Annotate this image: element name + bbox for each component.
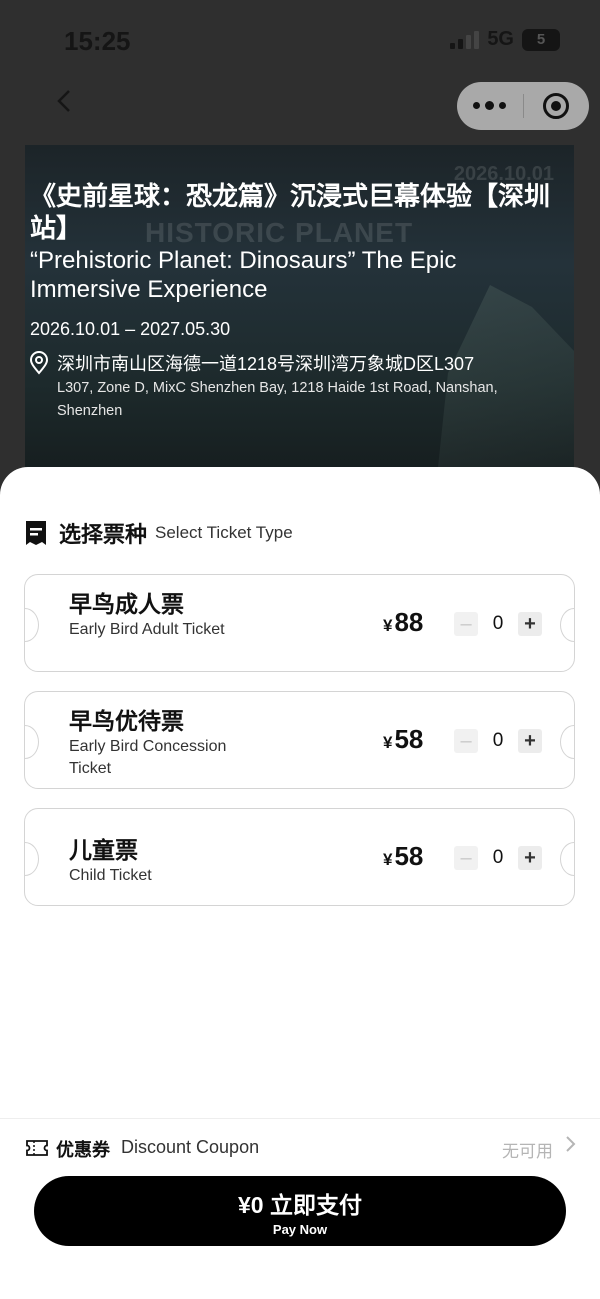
currency-symbol: ¥ [383, 616, 393, 635]
section-header: 选择票种 Select Ticket Type [25, 517, 293, 549]
status-time: 15:25 [64, 26, 131, 56]
section-title-en: Select Ticket Type [155, 523, 293, 542]
event-location-cn: 深圳市南山区海德一道1218号深圳湾万象城D区L307 [57, 354, 475, 374]
ticket-quantity: 0 [492, 847, 504, 868]
pay-now-button[interactable]: ¥0 立即支付 Pay Now [34, 1176, 566, 1246]
minus-icon[interactable]: – [454, 612, 478, 636]
ticket-quantity: 0 [492, 613, 504, 634]
ticket-price-value: 58 [394, 841, 424, 871]
battery-icon: 5 [522, 28, 560, 51]
coupon-row[interactable]: 优惠券 Discount Coupon 无可用 [0, 1118, 600, 1176]
event-date-range: 2026.10.01 – 2027.05.30 [30, 319, 231, 339]
coupon-label-en: Discount Coupon [121, 1137, 260, 1157]
ticket-name-en: Early Bird Adult Ticket [69, 621, 225, 638]
ticket-price: ¥58 [383, 724, 423, 755]
ticket-quantity: 0 [492, 730, 504, 751]
minus-icon[interactable]: – [454, 729, 478, 753]
more-icon[interactable] [457, 101, 523, 110]
status-bar: 15:25 5G 5 [0, 0, 600, 80]
signal-icon [450, 30, 480, 49]
event-title: 《史前星球：恐龙篇》沉浸式巨幕体验【深圳站】 [30, 181, 551, 243]
event-location-en: L307, Zone D, MixC Shenzhen Bay, 1218 Ha… [57, 380, 498, 419]
ticket-price: ¥58 [383, 841, 423, 872]
ticket-card-child: 儿童票 Child Ticket ¥58 – 0 + [24, 808, 575, 906]
plus-icon[interactable]: + [518, 612, 542, 636]
plus-icon[interactable]: + [518, 729, 542, 753]
ticket-name-cn: 早鸟成人票 [69, 591, 184, 617]
currency-symbol: ¥ [383, 733, 393, 752]
ticket-sheet: 选择票种 Select Ticket Type 早鸟成人票 Early Bird… [0, 467, 600, 1299]
plus-icon[interactable]: + [518, 846, 542, 870]
pay-button-sublabel: Pay Now [272, 1222, 328, 1237]
ticket-price-value: 88 [394, 607, 424, 637]
mini-program-capsule [457, 82, 589, 130]
event-subtitle: “Prehistoric Planet: Dinosaurs” The Epic… [30, 247, 457, 303]
ticket-name-en: Early Bird Concession Ticket [69, 738, 227, 777]
network-type: 5G [487, 28, 514, 50]
ticket-price: ¥88 [383, 607, 423, 638]
ticket-card-concession: 早鸟优待票 Early Bird Concession Ticket ¥58 –… [24, 691, 575, 789]
ticket-price-value: 58 [394, 724, 424, 754]
ticket-name-cn: 儿童票 [69, 837, 138, 863]
minus-icon[interactable]: – [454, 846, 478, 870]
target-icon[interactable] [524, 93, 590, 119]
location-pin-icon [28, 351, 50, 375]
ticket-icon [25, 520, 47, 546]
ticket-name-en: Child Ticket [69, 867, 152, 884]
coupon-label-cn: 优惠券 [56, 1140, 110, 1160]
coupon-icon [25, 1139, 49, 1157]
coupon-status: 无可用 [502, 1142, 553, 1161]
back-icon[interactable] [48, 84, 82, 118]
section-title-cn: 选择票种 [59, 522, 148, 547]
currency-symbol: ¥ [383, 850, 393, 869]
chevron-right-icon [564, 1133, 578, 1161]
ticket-card-adult: 早鸟成人票 Early Bird Adult Ticket ¥88 – 0 + [24, 574, 575, 672]
status-indicators: 5G 5 [450, 28, 560, 51]
ticket-name-cn: 早鸟优待票 [69, 708, 184, 734]
pay-button-label: ¥0 立即支付 [238, 1192, 362, 1218]
